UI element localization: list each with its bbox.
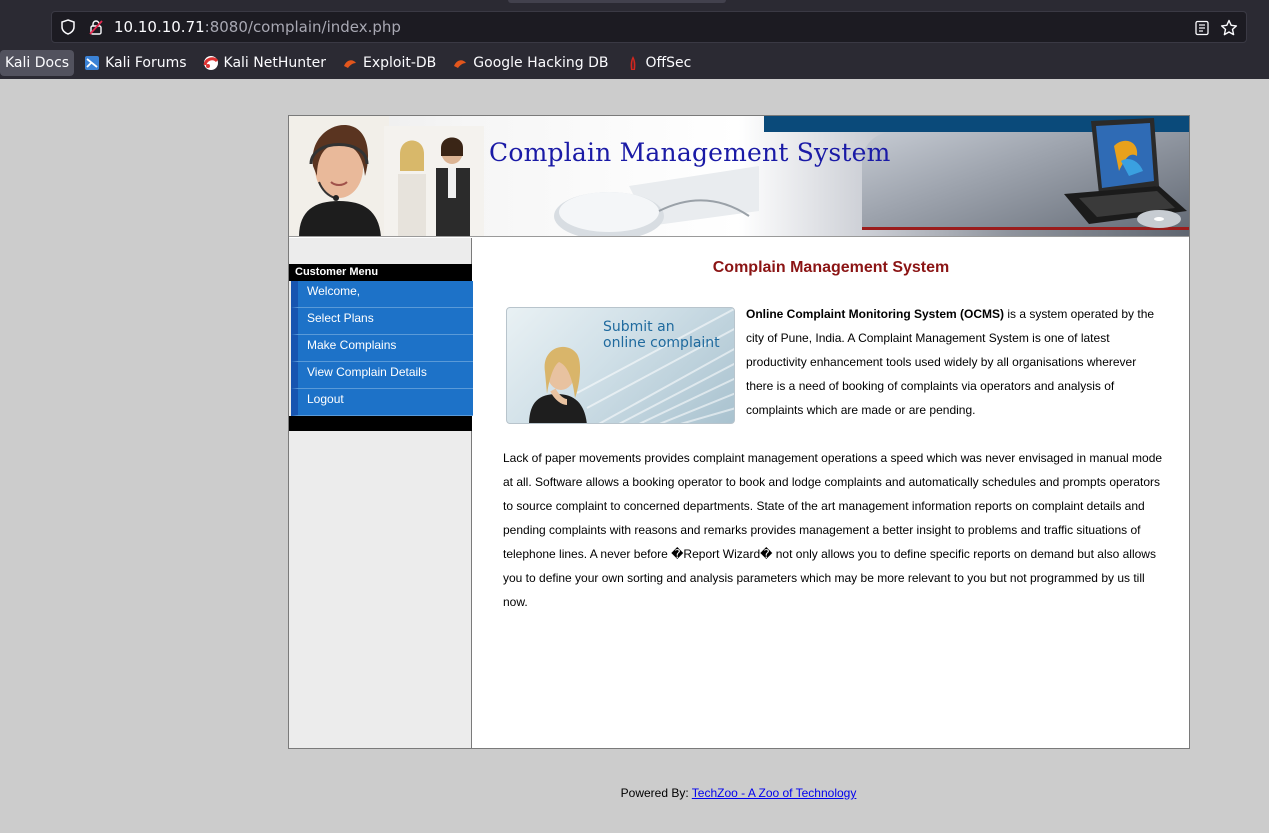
page-footer: Powered By: TechZoo - A Zoo of Technolog… xyxy=(0,786,1269,800)
header-banner: Complain Management System xyxy=(289,116,1189,237)
bookmark-label: Exploit-DB xyxy=(362,55,437,71)
customer-menu: Welcome, Select Plans Make Complains Vie… xyxy=(291,281,479,416)
laptop-image xyxy=(1064,118,1187,228)
active-tab-edge[interactable] xyxy=(508,0,726,3)
bookmark-exploit-db[interactable]: Exploit-DB xyxy=(336,50,442,76)
promo-text: Submit an online complaint xyxy=(603,319,720,351)
menu-item-logout[interactable]: Logout xyxy=(291,389,479,416)
page-title: Complain Management System xyxy=(712,259,950,276)
bookmark-google-hacking-db[interactable]: Google Hacking DB xyxy=(446,50,614,76)
banner-title: Complain Management System xyxy=(489,138,891,167)
intro-paragraph: Online Complaint Monitoring System (OCMS… xyxy=(746,302,1162,422)
address-bar[interactable]: 10.10.10.71:8080/complain/index.php xyxy=(51,11,1247,43)
menu-item-make-complains[interactable]: Make Complains xyxy=(291,335,479,362)
intro-text: is a system operated by the city of Pune… xyxy=(746,307,1155,417)
bookmark-label: Kali NetHunter xyxy=(223,55,326,71)
bookmark-star-icon[interactable] xyxy=(1220,19,1238,37)
insecure-lock-icon[interactable] xyxy=(88,19,104,35)
bookmark-kali-forums[interactable]: Kali Forums xyxy=(78,50,192,76)
menu-item-view-complain-details[interactable]: View Complain Details xyxy=(291,362,479,389)
menu-item-welcome[interactable]: Welcome, xyxy=(291,281,479,308)
bookmark-label: Google Hacking DB xyxy=(473,55,609,71)
bookmarks-toolbar: Kali Docs Kali Forums Kali NetHunter Exp… xyxy=(0,48,1269,78)
bookmark-label: Kali Forums xyxy=(105,55,187,71)
sidebar: Customer Menu Welcome, Select Plans Make… xyxy=(289,238,479,748)
promo-line-1: Submit an xyxy=(603,319,675,335)
bookmark-kali-docs[interactable]: Kali Docs xyxy=(0,50,75,76)
office-people-image xyxy=(384,126,484,236)
keyboard-mouse-image xyxy=(554,166,759,236)
submit-complaint-banner: Submit an online complaint xyxy=(506,307,735,424)
main-content: Complain Management System Submit an onl… xyxy=(473,238,1189,748)
url-text[interactable]: 10.10.10.71:8080/complain/index.php xyxy=(114,18,401,36)
bookmark-kali-nethunter[interactable]: Kali NetHunter xyxy=(197,50,332,76)
nethunter-icon xyxy=(203,56,218,70)
bookmark-offsec[interactable]: OffSec xyxy=(619,50,698,76)
exploit-db-icon xyxy=(343,60,356,68)
menu-item-select-plans[interactable]: Select Plans xyxy=(291,308,479,335)
reader-view-icon[interactable] xyxy=(1194,20,1210,36)
bookmark-label: Kali Docs xyxy=(5,55,70,71)
ghdb-icon xyxy=(454,60,467,68)
footer-prefix: Powered By: xyxy=(620,786,692,800)
customer-menu-heading: Customer Menu xyxy=(289,264,472,281)
offsec-icon xyxy=(630,56,635,70)
menu-footer-bar xyxy=(289,416,472,431)
support-agent-image xyxy=(289,116,389,236)
promo-line-2: online complaint xyxy=(603,335,720,351)
page-container: Complain Management System Customer Menu… xyxy=(288,115,1190,749)
shield-icon[interactable] xyxy=(60,19,76,35)
techzoo-link[interactable]: TechZoo - A Zoo of Technology xyxy=(692,786,857,800)
body-paragraph: Lack of paper movements provides complai… xyxy=(503,451,1163,609)
url-path: :8080/complain/index.php xyxy=(204,18,401,36)
browser-chrome: 10.10.10.71:8080/complain/index.php Kali… xyxy=(0,0,1269,79)
bookmark-label: OffSec xyxy=(645,55,692,71)
kali-forums-icon xyxy=(85,56,100,70)
url-host: 10.10.10.71 xyxy=(114,18,205,36)
woman-image xyxy=(529,346,587,423)
intro-bold: Online Complaint Monitoring System (OCMS… xyxy=(746,307,1004,321)
